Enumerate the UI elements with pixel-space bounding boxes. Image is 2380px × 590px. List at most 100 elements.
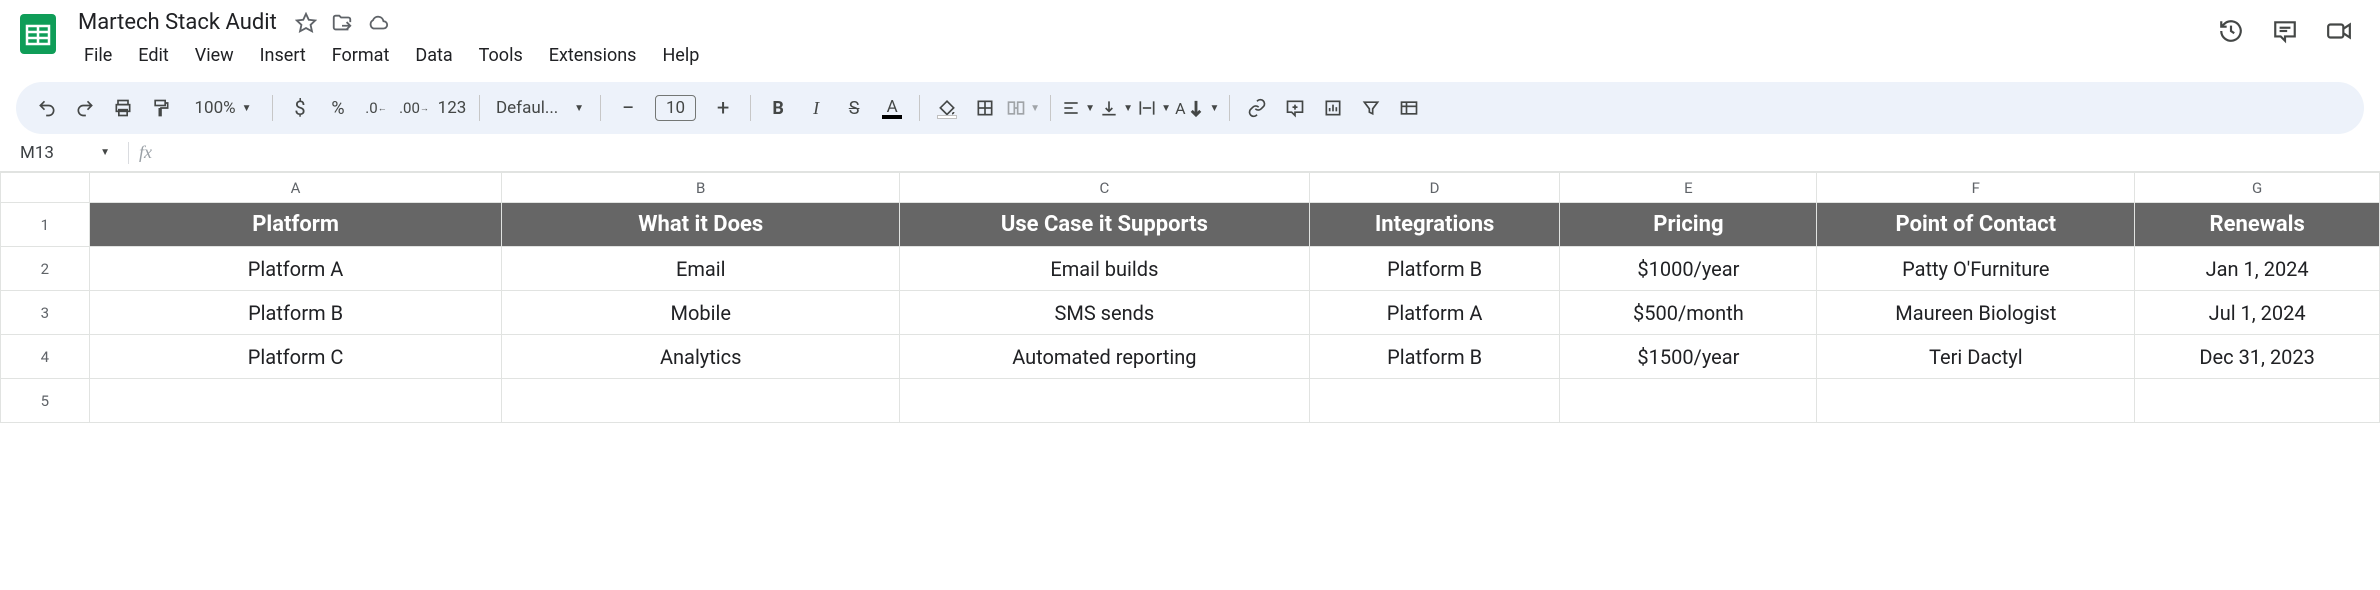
insert-link-button[interactable] [1240, 91, 1274, 125]
borders-button[interactable] [968, 91, 1002, 125]
table-header[interactable]: Point of Contact [1817, 203, 2135, 247]
cell[interactable] [1560, 379, 1817, 423]
vertical-align-button[interactable]: ▼ [1099, 91, 1133, 125]
cell[interactable]: Mobile [502, 291, 900, 335]
move-icon[interactable] [331, 12, 353, 34]
cell[interactable]: $1500/year [1560, 335, 1817, 379]
italic-button[interactable]: I [799, 91, 833, 125]
row-header-2[interactable]: 2 [1, 247, 90, 291]
cloud-status-icon[interactable] [367, 12, 389, 34]
cell[interactable]: Dec 31, 2023 [2135, 335, 2380, 379]
text-rotation-button[interactable]: A▼ [1175, 91, 1219, 125]
menu-help[interactable]: Help [650, 39, 711, 72]
cell[interactable] [1309, 379, 1560, 423]
cell[interactable] [1817, 379, 2135, 423]
doc-title[interactable]: Martech Stack Audit [72, 8, 283, 37]
strikethrough-button[interactable]: S [837, 91, 871, 125]
row-header-1[interactable]: 1 [1, 203, 90, 247]
sheets-logo[interactable] [12, 8, 64, 60]
col-header-F[interactable]: F [1817, 173, 2135, 203]
cell[interactable]: Platform A [1309, 291, 1560, 335]
filter-button[interactable] [1354, 91, 1388, 125]
menu-edit[interactable]: Edit [126, 39, 180, 72]
table-header[interactable]: Pricing [1560, 203, 1817, 247]
format-percent-button[interactable]: % [321, 91, 355, 125]
row-header-5[interactable]: 5 [1, 379, 90, 423]
name-box[interactable]: M13▼ [12, 143, 118, 163]
font-size-input[interactable]: 10 [655, 95, 696, 121]
print-button[interactable] [106, 91, 140, 125]
increase-decimal-button[interactable]: .00→ [397, 91, 431, 125]
horizontal-align-button[interactable]: ▼ [1061, 91, 1095, 125]
table-header[interactable]: Use Case it Supports [899, 203, 1309, 247]
table-header[interactable]: Platform [89, 203, 502, 247]
cell[interactable]: Analytics [502, 335, 900, 379]
font-select[interactable]: Defaul...▼ [490, 91, 590, 125]
zoom-select[interactable]: 100%▼ [182, 91, 262, 125]
paint-format-button[interactable] [144, 91, 178, 125]
row-header-4[interactable]: 4 [1, 335, 90, 379]
cell[interactable]: Patty O'Furniture [1817, 247, 2135, 291]
redo-button[interactable] [68, 91, 102, 125]
table-header[interactable]: What it Does [502, 203, 900, 247]
cell[interactable]: Platform A [89, 247, 502, 291]
col-header-G[interactable]: G [2135, 173, 2380, 203]
text-wrap-button[interactable]: ▼ [1137, 91, 1171, 125]
cell[interactable]: SMS sends [899, 291, 1309, 335]
merge-cells-button[interactable]: ▼ [1006, 91, 1040, 125]
menu-view[interactable]: View [183, 39, 246, 72]
fx-icon: fx [139, 142, 152, 163]
cell[interactable]: Email builds [899, 247, 1309, 291]
table-view-button[interactable] [1392, 91, 1426, 125]
cell[interactable]: Platform C [89, 335, 502, 379]
cell[interactable]: Email [502, 247, 900, 291]
decrease-decimal-button[interactable]: .0← [359, 91, 393, 125]
cell[interactable] [899, 379, 1309, 423]
bold-button[interactable]: B [761, 91, 795, 125]
select-all-corner[interactable] [1, 173, 90, 203]
star-icon[interactable] [295, 12, 317, 34]
comments-icon[interactable] [2272, 18, 2298, 44]
cell[interactable]: Teri Dactyl [1817, 335, 2135, 379]
cell[interactable]: Automated reporting [899, 335, 1309, 379]
menu-extensions[interactable]: Extensions [537, 39, 649, 72]
text-color-button[interactable]: A [875, 91, 909, 125]
titlebar: Martech Stack Audit File Edit View Inser… [0, 0, 2380, 72]
cell[interactable]: $1000/year [1560, 247, 1817, 291]
col-header-B[interactable]: B [502, 173, 900, 203]
decrease-font-size-button[interactable]: − [611, 91, 645, 125]
insert-chart-button[interactable] [1316, 91, 1350, 125]
menu-format[interactable]: Format [320, 39, 402, 72]
menu-tools[interactable]: Tools [467, 39, 535, 72]
col-header-A[interactable]: A [89, 173, 502, 203]
meet-icon[interactable] [2326, 18, 2352, 44]
cell[interactable]: Platform B [1309, 247, 1560, 291]
formula-bar: M13▼ fx [0, 134, 2380, 172]
undo-button[interactable] [30, 91, 64, 125]
spreadsheet-grid[interactable]: A B C D E F G 1 Platform What it Does Us… [0, 172, 2380, 423]
history-icon[interactable] [2218, 18, 2244, 44]
more-formats-button[interactable]: 123 [435, 91, 469, 125]
insert-comment-button[interactable] [1278, 91, 1312, 125]
format-currency-button[interactable]: $ [283, 91, 317, 125]
cell[interactable]: $500/month [1560, 291, 1817, 335]
cell[interactable] [89, 379, 502, 423]
col-header-E[interactable]: E [1560, 173, 1817, 203]
table-header[interactable]: Renewals [2135, 203, 2380, 247]
fill-color-button[interactable] [930, 91, 964, 125]
col-header-C[interactable]: C [899, 173, 1309, 203]
cell[interactable]: Jul 1, 2024 [2135, 291, 2380, 335]
menu-insert[interactable]: Insert [248, 39, 318, 72]
increase-font-size-button[interactable]: + [706, 91, 740, 125]
row-header-3[interactable]: 3 [1, 291, 90, 335]
cell[interactable]: Platform B [89, 291, 502, 335]
menu-file[interactable]: File [72, 39, 124, 72]
cell[interactable] [2135, 379, 2380, 423]
cell[interactable]: Maureen Biologist [1817, 291, 2135, 335]
cell[interactable]: Platform B [1309, 335, 1560, 379]
col-header-D[interactable]: D [1309, 173, 1560, 203]
cell[interactable]: Jan 1, 2024 [2135, 247, 2380, 291]
table-header[interactable]: Integrations [1309, 203, 1560, 247]
menu-data[interactable]: Data [403, 39, 464, 72]
cell[interactable] [502, 379, 900, 423]
